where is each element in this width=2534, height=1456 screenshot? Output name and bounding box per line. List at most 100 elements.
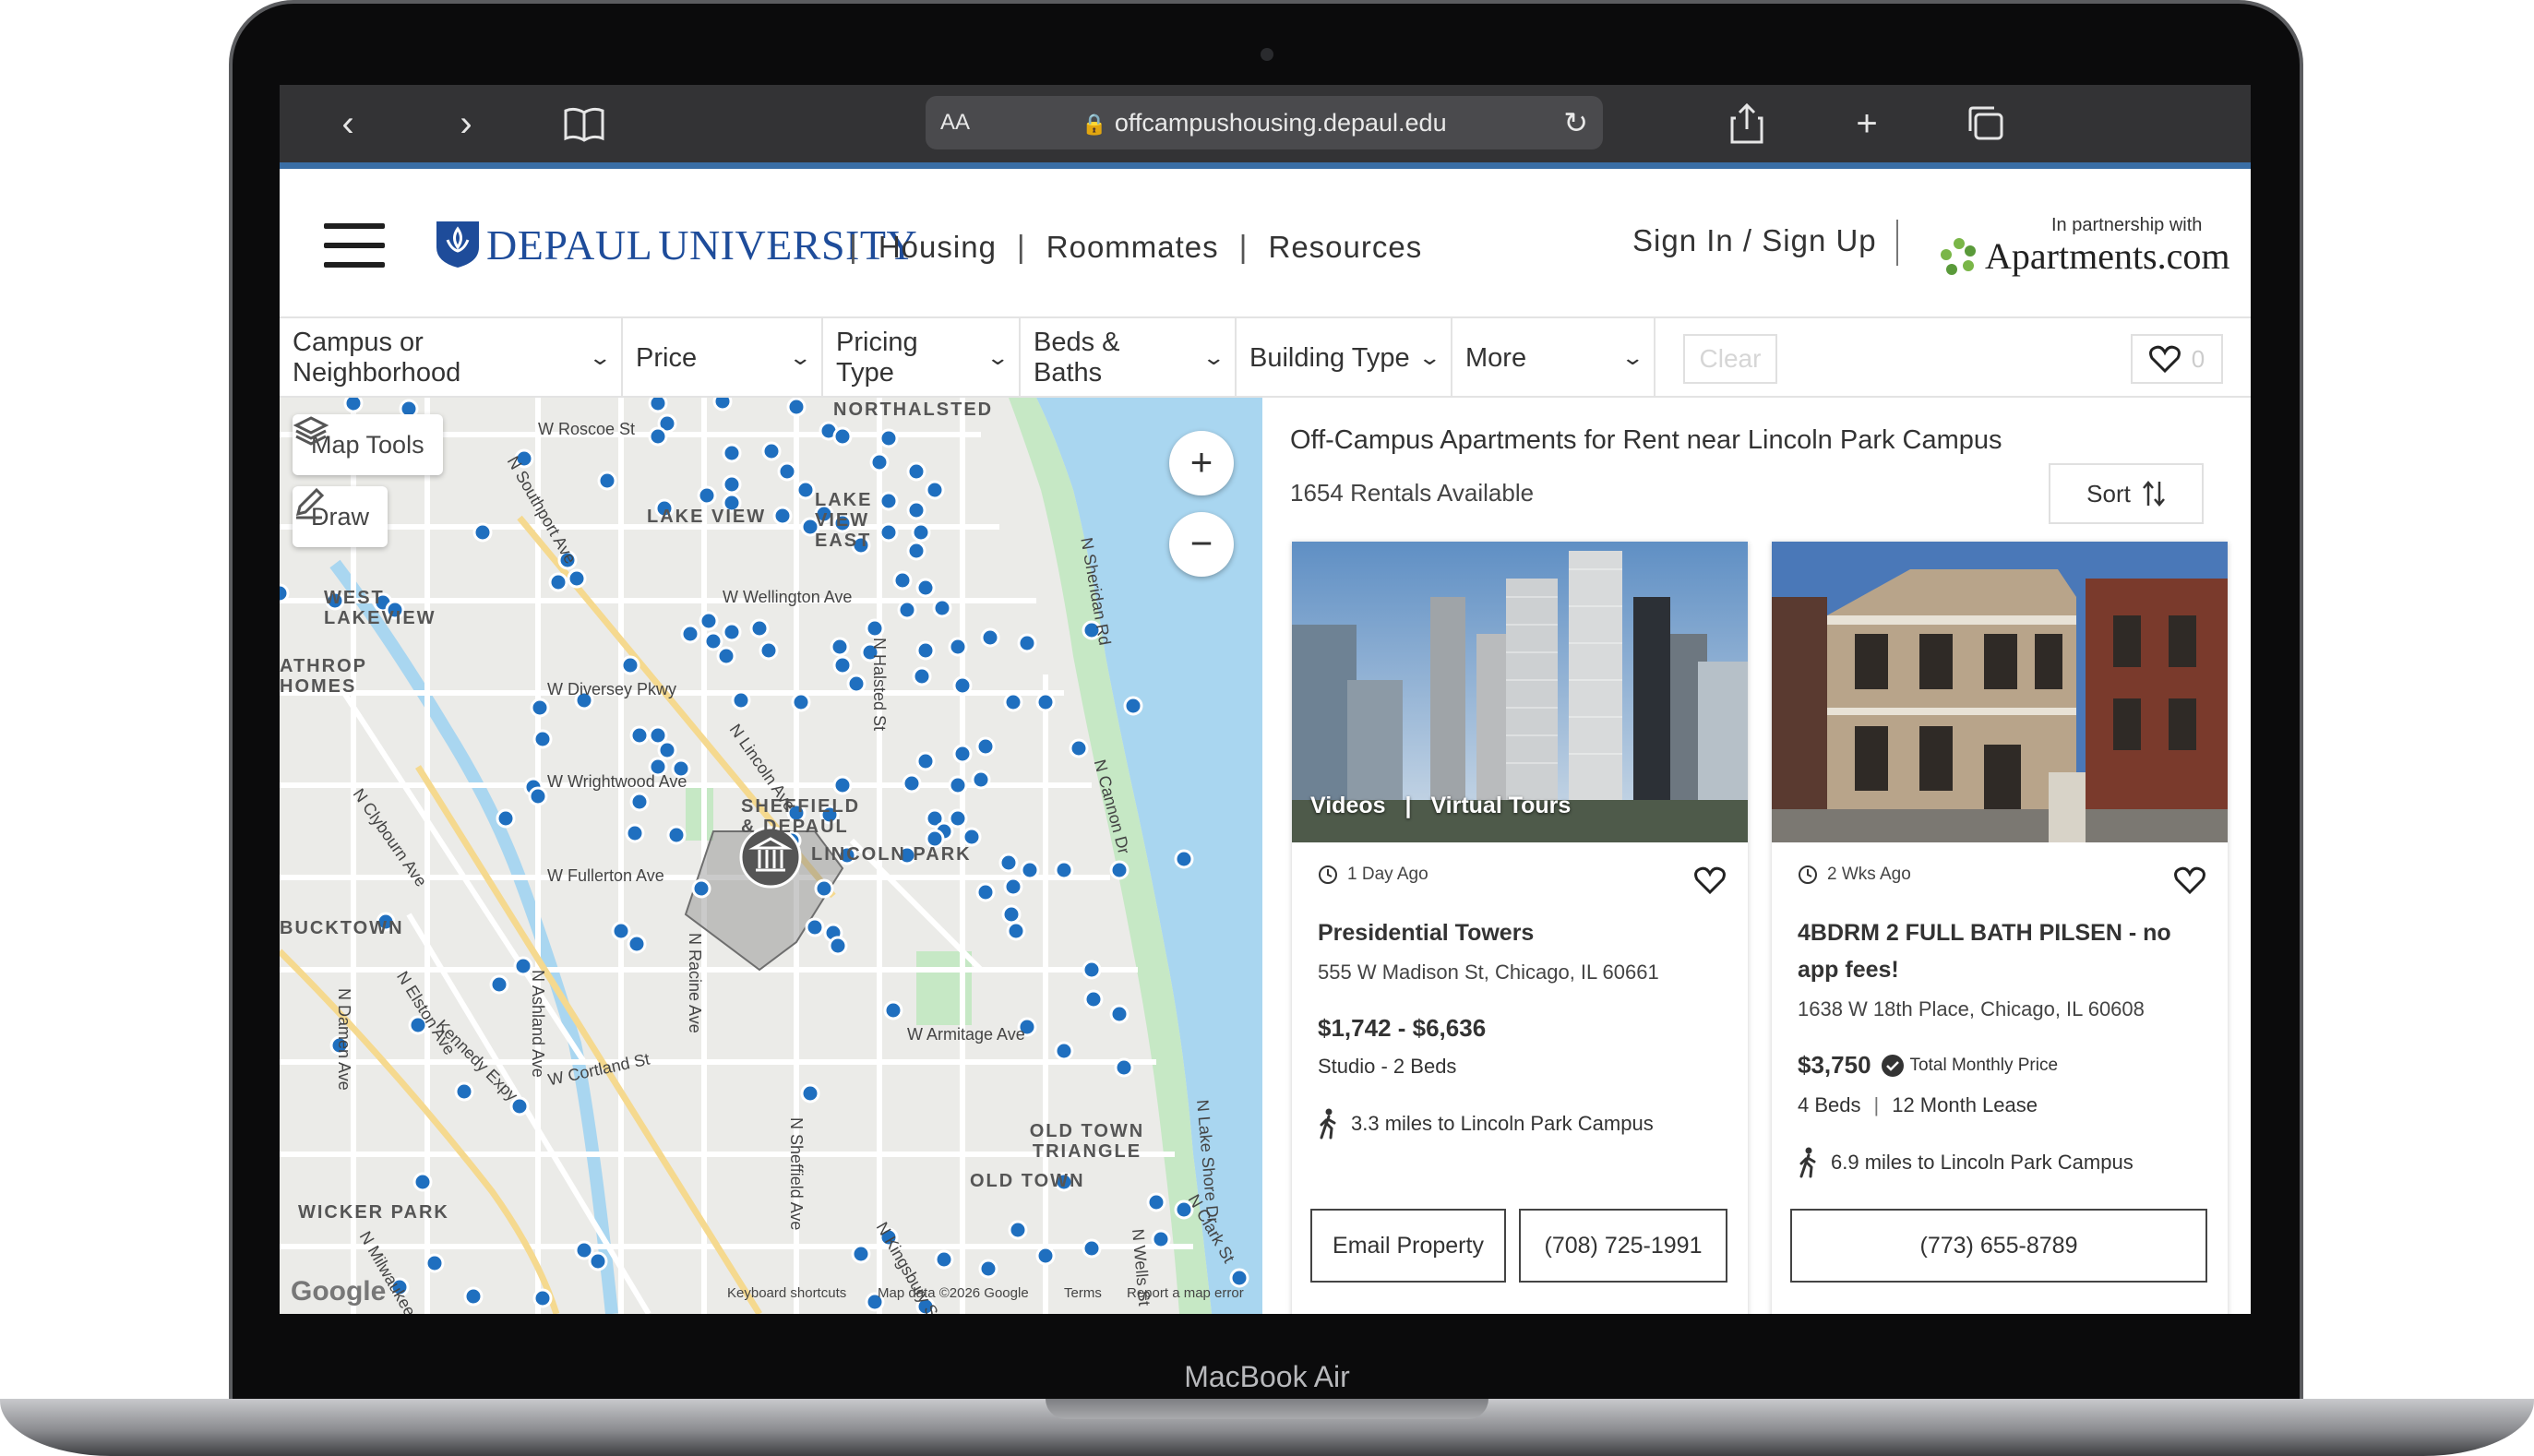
street-label: N Ashland Ave	[529, 970, 547, 1078]
favorites-button[interactable]: 0	[2131, 334, 2223, 384]
apartments-logo[interactable]: Apartments.com	[1939, 234, 2230, 278]
listing-photo[interactable]: Videos | Virtual Tours	[1292, 542, 1748, 842]
street-label: N Sheffield Ave	[787, 1117, 806, 1231]
listing-name[interactable]: Presidential Towers	[1318, 914, 1724, 951]
chevron-down-icon: ⌄	[1620, 346, 1644, 369]
filter-label: Campus or Neighborhood	[293, 328, 461, 388]
virtual-tours-tag[interactable]: Virtual Tours	[1430, 793, 1571, 818]
filter-price[interactable]: Price ⌄	[623, 318, 823, 398]
depaul-shield-icon	[436, 221, 479, 268]
verified-check-icon	[1881, 1054, 1904, 1077]
favorite-heart-icon[interactable]	[2174, 866, 2205, 894]
new-tab-icon[interactable]: +	[1839, 100, 1895, 148]
map-data-attribution: Map data ©2026 Google	[878, 1285, 1029, 1301]
reload-icon[interactable]: ↻	[1563, 96, 1588, 149]
favorite-heart-icon[interactable]	[1694, 866, 1726, 894]
address-bar[interactable]: AA 🔒 offcampushousing.depaul.edu ↻	[926, 96, 1603, 149]
sort-icon	[2142, 481, 2165, 507]
map-label: LAKE VIEW EAST	[815, 490, 873, 551]
google-logo: Google	[291, 1276, 387, 1307]
forward-icon[interactable]: ›	[438, 100, 494, 148]
street-label: N Racine Ave	[686, 933, 704, 1033]
street-label: W Diversey Pkwy	[547, 680, 677, 698]
map-tools-button[interactable]: Map Tools	[293, 414, 443, 475]
map[interactable]: Map Tools Draw + − LAKE VIEW WEST LAKEVI…	[280, 398, 1262, 1314]
map-label: LINCOLN PARK	[811, 844, 972, 865]
clear-button[interactable]: Clear	[1683, 334, 1777, 384]
zoom-out-button[interactable]: −	[1169, 512, 1234, 577]
sort-label: Sort	[2086, 479, 2131, 507]
sort-button[interactable]: Sort	[2049, 463, 2204, 524]
street-label: W Wrightwood Ave	[547, 772, 687, 791]
browser-toolbar: ‹ › AA 🔒 offcampushousing.depaul.edu ↻ +	[280, 85, 2251, 162]
videos-tag[interactable]: Videos	[1310, 793, 1386, 818]
chevron-down-icon: ⌄	[587, 346, 612, 369]
map-label: ATHROP HOMES	[280, 656, 367, 697]
report-error-link[interactable]: Report a map error	[1127, 1285, 1244, 1301]
walking-icon	[1799, 1147, 1816, 1178]
filter-label: Price	[636, 342, 698, 373]
filter-label: Building Type	[1249, 342, 1410, 373]
age-text: 2 Wks Ago	[1827, 865, 1911, 884]
clock-icon	[1799, 865, 1817, 884]
listing-name[interactable]: 4BDRM 2 FULL BATH PILSEN - no app fees!	[1798, 914, 2204, 988]
listing-address: 1638 W 18th Place, Chicago, IL 60608	[1798, 997, 2145, 1020]
url-text: offcampushousing.depaul.edu	[1114, 109, 1447, 137]
nav-roommates[interactable]: Roommates	[1046, 230, 1219, 265]
filter-more[interactable]: More ⌄	[1452, 318, 1655, 398]
sign-in-link[interactable]: Sign In / Sign Up	[1632, 223, 1877, 258]
listing-card[interactable]: Videos | Virtual Tours 1 Day Ago Preside…	[1292, 542, 1748, 1314]
listing-lease: 12 Month Lease	[1892, 1093, 2038, 1116]
back-icon[interactable]: ‹	[320, 100, 376, 148]
street-label: W Armitage Ave	[907, 1025, 1025, 1044]
badge-label: Total Monthly Price	[1909, 1055, 2059, 1075]
street-label: W Wellington Ave	[723, 588, 853, 606]
listing-card[interactable]: 2 Wks Ago 4BDRM 2 FULL BATH PILSEN - no …	[1772, 542, 2228, 1314]
filter-label: Pricing Type	[836, 328, 918, 388]
partner-label: In partnership with	[2051, 215, 2203, 235]
media-tags[interactable]: Videos | Virtual Tours	[1310, 793, 1571, 819]
laptop-hinge-notch	[1046, 1399, 1488, 1419]
lock-icon: 🔒	[1082, 113, 1107, 136]
divider	[1896, 220, 1898, 266]
tabs-icon[interactable]	[1959, 105, 2014, 153]
terms-link[interactable]: Terms	[1064, 1285, 1102, 1301]
phone-button[interactable]: (773) 655-8789	[1790, 1209, 2207, 1283]
listing-age: 1 Day Ago	[1318, 865, 1428, 885]
keyboard-shortcuts-link[interactable]: Keyboard shortcuts	[727, 1285, 846, 1301]
favorites-count: 0	[2191, 344, 2205, 373]
listing-photo[interactable]	[1772, 542, 2228, 842]
walking-icon	[1320, 1108, 1336, 1140]
bookmarks-icon[interactable]	[556, 105, 612, 153]
listings-title: Off-Campus Apartments for Rent near Linc…	[1290, 425, 2002, 455]
email-property-button[interactable]: Email Property	[1310, 1209, 1506, 1283]
listing-beds: 4 Beds	[1798, 1093, 1861, 1116]
map-label: OLD TOWN TRIANGLE	[1029, 1121, 1145, 1162]
nav-housing[interactable]: Housing	[879, 230, 997, 265]
nav-resources[interactable]: Resources	[1269, 230, 1423, 265]
street-label: W Fullerton Ave	[547, 866, 664, 885]
listings-panel: Off-Campus Apartments for Rent near Linc…	[1262, 398, 2251, 1314]
distance-text: 6.9 miles to Lincoln Park Campus	[1831, 1151, 2134, 1174]
filter-beds-baths[interactable]: Beds & Baths ⌄	[1021, 318, 1237, 398]
zoom-in-button[interactable]: +	[1169, 431, 1234, 495]
phone-button[interactable]: (708) 725-1991	[1519, 1209, 1727, 1283]
camera	[1261, 48, 1273, 61]
filter-label: More	[1465, 342, 1527, 373]
filter-building-type[interactable]: Building Type ⌄	[1237, 318, 1452, 398]
partner-name: Apartments.com	[1985, 235, 2230, 277]
chevron-down-icon: ⌄	[787, 346, 812, 369]
map-label: NORTHALSTED	[833, 400, 994, 420]
draw-button[interactable]: Draw	[293, 486, 388, 547]
map-label: WICKER PARK	[298, 1202, 449, 1223]
filter-campus[interactable]: Campus or Neighborhood ⌄	[280, 318, 623, 398]
share-icon[interactable]	[1719, 102, 1775, 151]
listing-price-row: $3,750 Total Monthly Price	[1798, 1051, 2058, 1080]
map-label: WEST LAKEVIEW	[324, 588, 436, 628]
listings-count: 1654 Rentals Available	[1290, 479, 1535, 507]
filter-pricing-type[interactable]: Pricing Type ⌄	[823, 318, 1021, 398]
total-monthly-badge: Total Monthly Price	[1881, 1054, 2059, 1078]
menu-icon[interactable]	[324, 223, 385, 268]
map-label: OLD TOWN	[970, 1171, 1085, 1191]
street-label: W Roscoe St	[538, 420, 636, 438]
